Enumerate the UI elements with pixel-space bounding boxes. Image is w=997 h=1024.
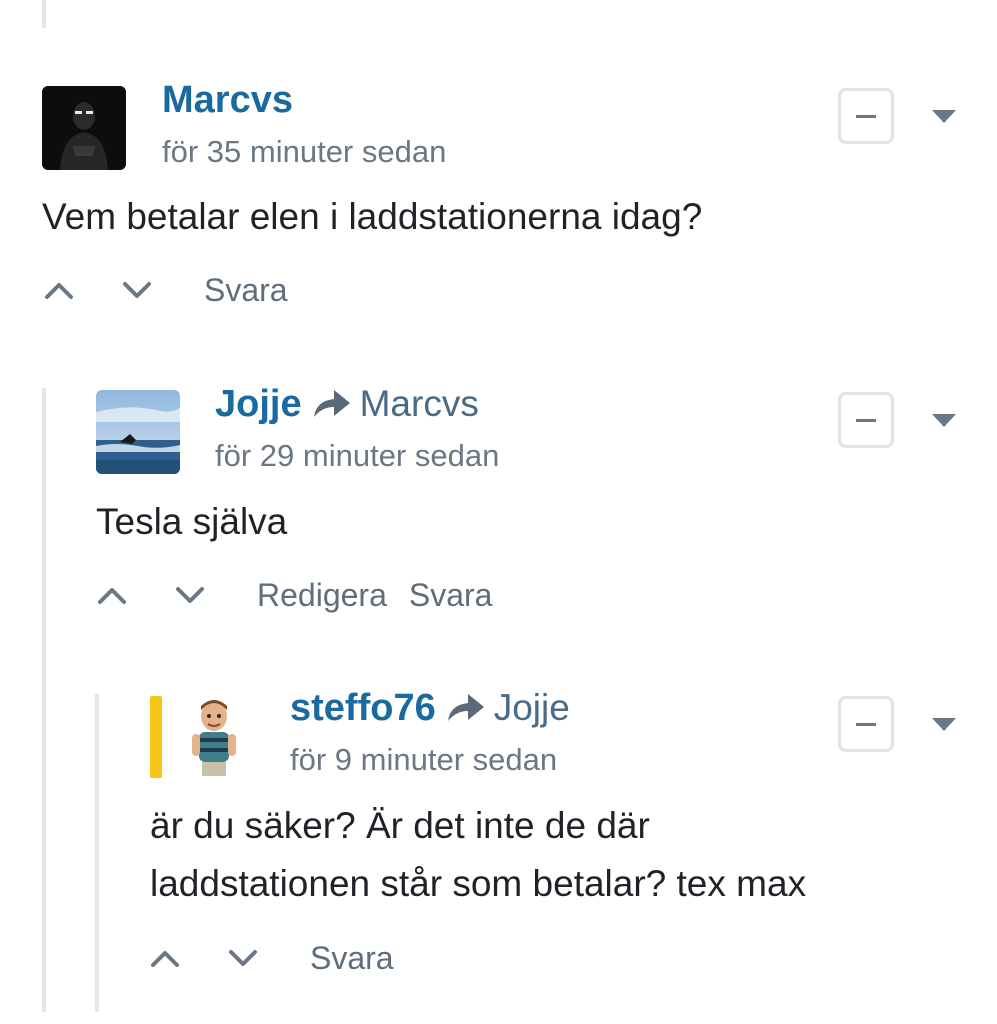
downvote-button[interactable]	[175, 585, 205, 605]
chevron-up-icon	[45, 283, 73, 299]
comment-body-line: Tesla själva	[96, 501, 288, 542]
caret-down-icon	[932, 414, 956, 427]
comment-body: är du säker? Är det inte de där laddstat…	[150, 797, 806, 913]
comment-body: Vem betalar elen i laddstationerna idag?	[42, 188, 702, 246]
avatar-image	[172, 694, 256, 778]
chevron-down-icon	[123, 282, 151, 298]
author-name[interactable]: Jojje	[215, 383, 302, 426]
author-line: Marcvs	[162, 78, 293, 122]
downvote-button[interactable]	[122, 280, 152, 300]
timestamp[interactable]: för 29 minuter sedan	[215, 438, 499, 474]
avatar[interactable]	[172, 694, 256, 778]
timestamp[interactable]: för 9 minuter sedan	[290, 742, 557, 778]
edit-link[interactable]: Redigera	[257, 577, 387, 614]
avatar[interactable]	[96, 390, 180, 474]
avatar-image	[96, 390, 180, 474]
downvote-button[interactable]	[228, 948, 258, 968]
collapse-button[interactable]	[838, 88, 894, 144]
minus-square-icon	[856, 419, 876, 422]
reply-to-name[interactable]: Jojje	[494, 687, 570, 729]
reply-link[interactable]: Svara	[204, 272, 288, 309]
comment-actions: Svara	[44, 270, 310, 310]
share-arrow-icon	[312, 387, 352, 421]
comment-actions: Redigera Svara	[97, 575, 514, 615]
minus-square-icon	[856, 115, 876, 118]
upvote-button[interactable]	[97, 585, 127, 605]
chevron-up-icon	[151, 951, 179, 967]
reply-to-name[interactable]: Marcvs	[360, 383, 479, 425]
chevron-up-icon	[98, 588, 126, 604]
thread-line-level-1	[42, 388, 46, 1012]
author-line: Jojje Marcvs	[215, 382, 479, 426]
collapse-button[interactable]	[838, 392, 894, 448]
chevron-down-icon	[176, 587, 204, 603]
upvote-button[interactable]	[150, 948, 180, 968]
avatar[interactable]	[42, 86, 126, 170]
author-line: steffo76 Jojje	[290, 686, 570, 730]
avatar-image	[42, 86, 126, 170]
comment-menu-button[interactable]	[932, 110, 956, 124]
comment-actions: Svara	[150, 938, 416, 978]
author-name[interactable]: Marcvs	[162, 79, 293, 122]
thread-line-level-2	[95, 694, 99, 1012]
caret-down-icon	[932, 110, 956, 123]
thread-line-top	[42, 0, 46, 28]
comment-body-line: är du säker? Är det inte de där	[150, 805, 650, 846]
reply-link[interactable]: Svara	[310, 940, 394, 977]
comment-body-line: Vem betalar elen i laddstationerna idag?	[42, 196, 703, 237]
upvote-button[interactable]	[44, 280, 74, 300]
author-name[interactable]: steffo76	[290, 687, 436, 730]
share-arrow-icon	[446, 691, 486, 725]
reply-link[interactable]: Svara	[409, 577, 493, 614]
collapse-button[interactable]	[838, 696, 894, 752]
timestamp[interactable]: för 35 minuter sedan	[162, 134, 446, 170]
caret-down-icon	[932, 718, 956, 731]
new-comment-indicator	[150, 696, 162, 778]
comment-menu-button[interactable]	[932, 414, 956, 428]
comment-menu-button[interactable]	[932, 718, 956, 732]
comment-body-line: laddstationen står som betalar? tex max	[150, 863, 807, 904]
chevron-down-icon	[229, 950, 257, 966]
minus-square-icon	[856, 723, 876, 726]
comment-body: Tesla själva	[96, 493, 287, 551]
